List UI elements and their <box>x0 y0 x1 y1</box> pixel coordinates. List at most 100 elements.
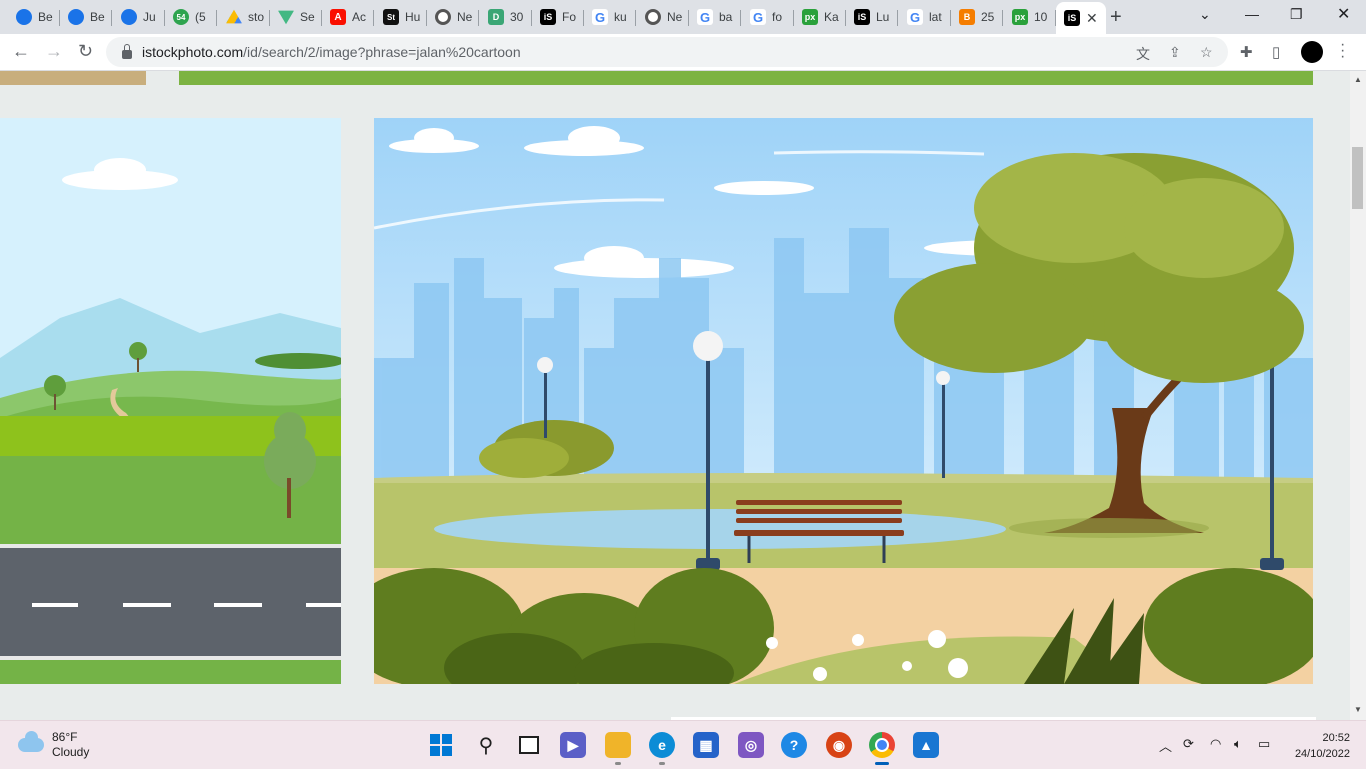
weather-text: 86°F Cloudy <box>52 730 89 760</box>
edge-browser-icon[interactable]: e <box>649 732 675 758</box>
tab-label: ku <box>614 10 627 24</box>
tab[interactable]: St Hu <box>375 3 427 31</box>
active-app-indicator <box>875 762 889 765</box>
tab[interactable]: px Ka <box>794 3 846 31</box>
side-panel-icon[interactable]: ▯ <box>1272 43 1280 61</box>
game-app-icon[interactable]: ◉ <box>826 732 852 758</box>
tab-strip: Be Be Ju 54 (5 sto Se A Ac St Hu Ne D 30 iS Fo Gku Ne Gba G… <box>0 0 1366 34</box>
tab-separator <box>373 10 374 26</box>
tab-search-chevron-icon[interactable]: ⌄ <box>1199 6 1211 23</box>
g-favicon-icon: G <box>592 9 608 25</box>
tray-overflow-chevron-icon[interactable]: ︿ <box>1159 736 1172 755</box>
image-result-road-cartoon[interactable] <box>0 118 341 684</box>
windows-logo-icon <box>430 734 452 756</box>
search-icon[interactable]: ⚲ <box>473 732 499 758</box>
tab[interactable]: Ju <box>113 3 165 31</box>
menu-dots-icon[interactable]: · · · <box>1340 37 1345 65</box>
drive-favicon-icon <box>226 9 242 24</box>
tab[interactable]: Glat <box>899 3 951 31</box>
url-host: istockphoto.com <box>142 44 244 60</box>
c-favicon-icon <box>68 9 84 25</box>
tab-separator <box>740 10 741 26</box>
tab-label: 25 <box>981 10 995 24</box>
c-favicon-icon <box>16 9 32 25</box>
st-favicon-icon: St <box>383 9 399 25</box>
translate-icon[interactable]: 文 <box>1136 44 1150 64</box>
page-scrollbar[interactable]: ▲ ▼ <box>1350 71 1366 720</box>
wifi-icon[interactable]: ◠ <box>1210 736 1221 752</box>
start-button[interactable] <box>428 732 454 758</box>
tab[interactable]: Gku <box>584 3 636 31</box>
tab[interactable]: Ne <box>427 3 479 31</box>
bookmark-star-icon[interactable]: ☆ <box>1200 44 1213 61</box>
scroll-down-arrow-icon[interactable]: ▼ <box>1354 705 1362 714</box>
tab[interactable]: D 30 <box>480 3 532 31</box>
new-tab-button[interactable]: + <box>1110 6 1122 29</box>
clock[interactable]: 20:52 24/10/2022 <box>1286 730 1350 762</box>
task-view-icon[interactable] <box>516 732 542 758</box>
is-favicon-icon: iS <box>854 9 870 25</box>
extensions-puzzle-icon[interactable]: ✚ <box>1240 43 1253 61</box>
teams-chat-icon[interactable]: ▶ <box>560 732 586 758</box>
weather-widget[interactable]: 86°F Cloudy <box>18 730 89 760</box>
tab-label: ba <box>719 10 733 24</box>
chrome-browser-icon[interactable] <box>869 732 895 758</box>
back-button[interactable]: ← <box>12 41 30 62</box>
tab-close-icon[interactable]: ✕ <box>1086 10 1098 27</box>
tab[interactable]: 54 (5 <box>165 3 217 31</box>
tab[interactable]: sto <box>218 3 270 31</box>
scrollbar-thumb[interactable] <box>1352 147 1363 209</box>
tab-label: lat <box>929 10 942 24</box>
tab[interactable]: iS Fo <box>532 3 584 31</box>
forward-button[interactable]: → <box>45 41 63 62</box>
tab[interactable]: B 25 <box>951 3 1003 31</box>
scroll-up-arrow-icon[interactable]: ▲ <box>1354 75 1362 84</box>
lock-icon[interactable] <box>122 43 132 59</box>
reload-button[interactable]: ↻ <box>78 41 93 62</box>
windows-taskbar: 86°F Cloudy ⚲ ▶ e ▦ ◎ ? ◉ ▲ ︿ ⟳ ◠ 🔈︎ ▭ 2… <box>0 720 1366 769</box>
battery-icon[interactable]: ▭ <box>1258 736 1270 752</box>
file-explorer-icon[interactable] <box>605 732 631 758</box>
photos-app-icon[interactable]: ▲ <box>913 732 939 758</box>
tab[interactable]: Gfo <box>742 3 794 31</box>
d-favicon-icon: D <box>488 9 504 25</box>
address-bar[interactable]: istockphoto.com/id/search/2/image?phrase… <box>106 37 1228 67</box>
c-favicon-icon <box>121 9 137 25</box>
tab-label: Lu <box>876 10 890 24</box>
minimize-button[interactable]: — <box>1245 6 1259 22</box>
tab-separator <box>635 10 636 26</box>
tab-label: 10 <box>1034 10 1048 24</box>
tab[interactable]: Gba <box>689 3 741 31</box>
road-cartoon-illustration <box>0 118 341 684</box>
maximize-button[interactable]: ❐ <box>1290 6 1303 23</box>
tab[interactable]: px 10 <box>1004 3 1056 31</box>
tab[interactable]: Ne <box>637 3 689 31</box>
sync-icon[interactable]: ⟳ <box>1183 736 1194 752</box>
profile-avatar[interactable] <box>1301 41 1323 63</box>
px-favicon-icon: px <box>802 9 818 25</box>
volume-icon[interactable]: 🔈︎ <box>1234 736 1242 752</box>
help-icon[interactable]: ? <box>781 732 807 758</box>
is-favicon-icon: iS <box>540 9 556 25</box>
page-content <box>0 71 1350 720</box>
tab[interactable]: Be <box>8 3 60 31</box>
gh-favicon-icon <box>645 9 661 25</box>
tab-label: Ac <box>352 10 367 24</box>
park-cartoon-illustration <box>374 118 1313 684</box>
tab-active[interactable]: iS ✕ <box>1056 2 1106 34</box>
tab[interactable]: iS Lu <box>846 3 898 31</box>
tab-label: Ka <box>824 10 839 24</box>
share-icon[interactable]: ⇪ <box>1169 44 1181 61</box>
microsoft-store-icon[interactable]: ▦ <box>693 732 719 758</box>
tab[interactable]: Se <box>270 3 322 31</box>
image-result-park-cartoon[interactable] <box>374 118 1313 684</box>
tab[interactable]: Be <box>60 3 112 31</box>
previous-image-thumbnail-bottom[interactable] <box>179 71 1313 85</box>
close-window-button[interactable]: ✕ <box>1337 4 1350 24</box>
previous-image-thumbnail-bottom[interactable] <box>0 71 146 85</box>
tab-label: Be <box>90 10 105 24</box>
g-favicon-icon: G <box>907 9 923 25</box>
app-icon-purple[interactable]: ◎ <box>738 732 764 758</box>
browser-toolbar: ← → ↻ istockphoto.com/id/search/2/image?… <box>0 34 1366 71</box>
tab[interactable]: A Ac <box>322 3 374 31</box>
